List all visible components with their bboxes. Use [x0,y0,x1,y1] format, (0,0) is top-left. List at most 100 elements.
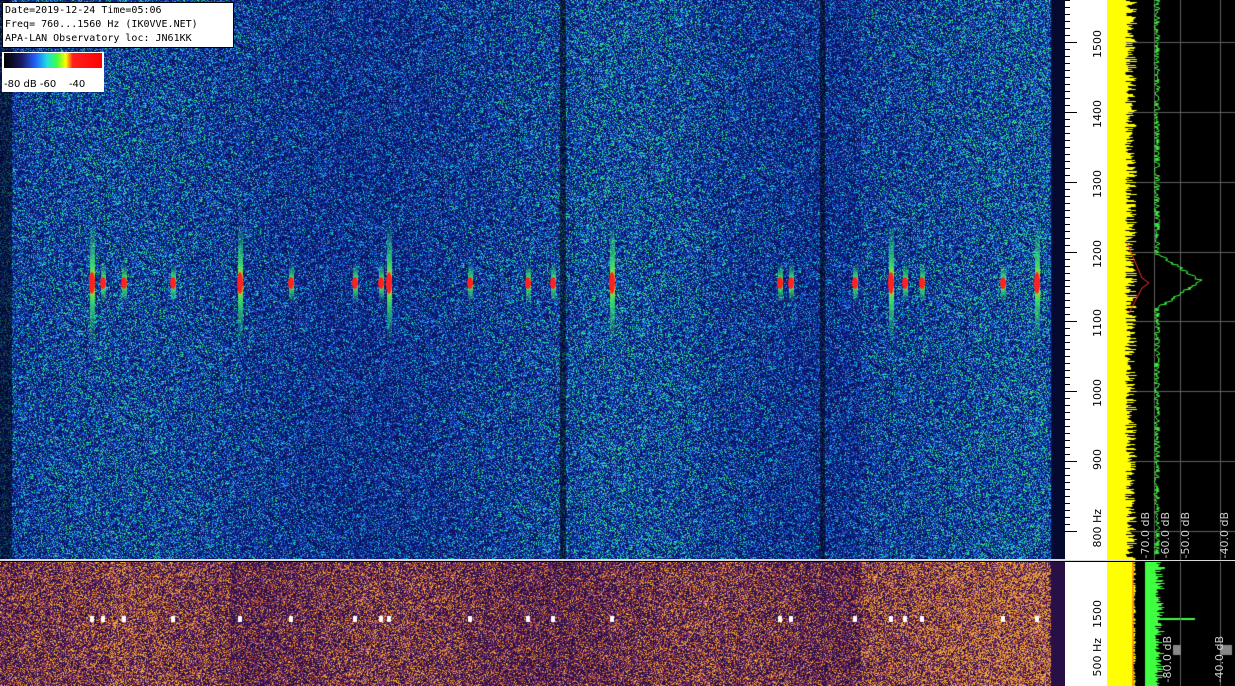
freq-tick-label: 1200 [1091,240,1104,268]
freq-minor-tick [1065,245,1070,246]
lower-spectrum-db-label: -40.0 dB [1213,636,1226,683]
freq-major-tick [1065,391,1077,392]
freq-major-tick [1065,112,1077,113]
freq-minor-tick [1065,168,1070,169]
lower-freq-tick-label: 500 Hz [1091,638,1104,677]
freq-minor-tick [1065,105,1070,106]
freq-minor-tick [1065,28,1070,29]
freq-minor-tick [1065,84,1070,85]
freq-minor-tick [1065,266,1070,267]
freq-major-tick [1065,531,1077,532]
freq-tick-label: 900 [1091,449,1104,470]
freq-minor-tick [1065,133,1070,134]
freq-minor-tick [1065,398,1070,399]
freq-tick-label: 1100 [1091,309,1104,337]
freq-minor-tick [1065,210,1070,211]
lower-freq-tick-label: 1500 [1091,600,1104,628]
spectrum-trace [1107,0,1235,560]
freq-tick-label: 1400 [1091,100,1104,128]
freq-minor-tick [1065,363,1070,364]
frequency-axis: 800 Hz 900 1000 1100 1200 1300 1400 1500 [1065,0,1107,560]
freq-minor-tick [1065,147,1070,148]
freq-minor-tick [1065,412,1070,413]
freq-minor-tick [1065,119,1070,120]
freq-minor-tick [1065,447,1070,448]
color-scale-legend: -80 dB -60 -40 [2,52,104,92]
spectrum-panel: -70.0 dB -60.0 dB -50.0 dB -40.0 dB [1107,0,1235,560]
freq-minor-tick [1065,489,1070,490]
freq-tick-label: 1000 [1091,379,1104,407]
info-box: Date=2019-12-24 Time=05:06 Freq= 760...1… [2,2,234,48]
freq-minor-tick [1065,286,1070,287]
freq-tick-label: 1300 [1091,170,1104,198]
freq-minor-tick [1065,70,1070,71]
freq-minor-tick [1065,238,1070,239]
freq-minor-tick [1065,300,1070,301]
spectrogram-window: 800 Hz 900 1000 1100 1200 1300 1400 1500 1500 50… [0,0,1235,686]
freq-minor-tick [1065,356,1070,357]
date-time-label: Date=2019-12-24 Time=05:06 [5,5,162,16]
freq-minor-tick [1065,328,1070,329]
freq-minor-tick [1065,98,1070,99]
color-scale-bar [4,53,102,68]
freq-minor-tick [1065,77,1070,78]
freq-minor-tick [1065,161,1070,162]
waterfall-spectrogram[interactable] [0,0,1065,559]
freq-minor-tick [1065,475,1070,476]
freq-minor-tick [1065,496,1070,497]
spectrum-db-label: -70.0 dB [1139,512,1152,559]
freq-minor-tick [1065,503,1070,504]
freq-minor-tick [1065,140,1070,141]
freq-minor-tick [1065,342,1070,343]
freq-minor-tick [1065,482,1070,483]
freq-minor-tick [1065,14,1070,15]
freq-major-tick [1065,321,1077,322]
freq-minor-tick [1065,335,1070,336]
freq-minor-tick [1065,510,1070,511]
observatory-label: APA-LAN Observatory loc: JN61KK [5,33,192,44]
freq-minor-tick [1065,196,1070,197]
freq-minor-tick [1065,35,1070,36]
freq-major-tick [1065,42,1077,43]
freq-minor-tick [1065,426,1070,427]
frequency-range-label: Freq= 760...1560 Hz (IK0VVE.NET) [5,19,198,30]
freq-minor-tick [1065,517,1070,518]
frequency-axis-lower: 1500 500 Hz [1065,562,1107,686]
freq-tick-label: 800 Hz [1091,509,1104,548]
freq-tick-label: 1500 [1091,30,1104,58]
freq-minor-tick [1065,370,1070,371]
freq-minor-tick [1065,454,1070,455]
freq-minor-tick [1065,307,1070,308]
spectrum-panel-lower: -80.0 dB -40.0 dB [1107,562,1235,686]
freq-minor-tick [1065,49,1070,50]
freq-minor-tick [1065,405,1070,406]
freq-minor-tick [1065,433,1070,434]
freq-minor-tick [1065,293,1070,294]
freq-minor-tick [1065,91,1070,92]
freq-minor-tick [1065,7,1070,8]
freq-major-tick [1065,252,1077,253]
freq-minor-tick [1065,384,1070,385]
long-term-waterfall[interactable] [0,562,1065,686]
freq-minor-tick [1065,203,1070,204]
freq-major-tick [1065,461,1077,462]
freq-minor-tick [1065,126,1070,127]
freq-minor-tick [1065,224,1070,225]
lower-spectrum-db-label: -80.0 dB [1161,636,1174,683]
freq-minor-tick [1065,419,1070,420]
spectrum-db-label: -40.0 dB [1218,512,1231,559]
freq-minor-tick [1065,175,1070,176]
freq-minor-tick [1065,377,1070,378]
freq-minor-tick [1065,231,1070,232]
color-scale-labels: -80 dB -60 -40 [4,79,86,90]
freq-minor-tick [1065,280,1070,281]
freq-minor-tick [1065,21,1070,22]
freq-minor-tick [1065,349,1070,350]
freq-minor-tick [1065,273,1070,274]
freq-major-tick [1065,182,1077,183]
freq-minor-tick [1065,154,1070,155]
freq-minor-tick [1065,217,1070,218]
freq-minor-tick [1065,63,1070,64]
freq-minor-tick [1065,259,1070,260]
spectrum-db-label: -50.0 dB [1179,512,1192,559]
